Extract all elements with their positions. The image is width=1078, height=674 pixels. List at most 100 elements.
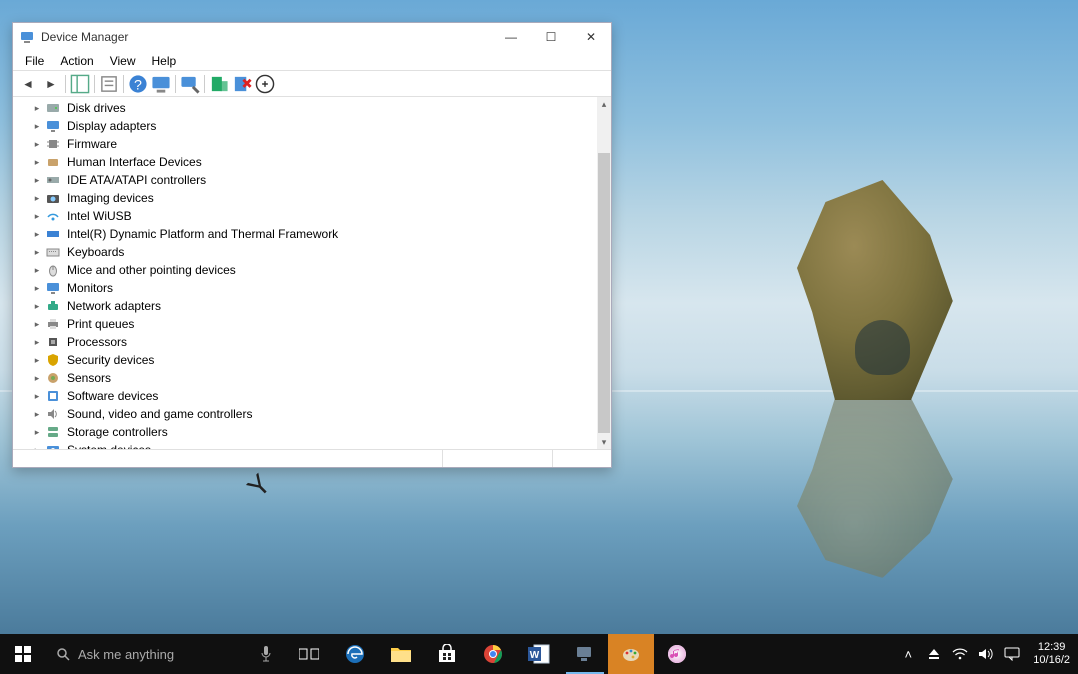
tree-node-label: System devices xyxy=(65,443,153,449)
toolbar-sep xyxy=(204,75,205,93)
tree-node-label: Mice and other pointing devices xyxy=(65,263,238,277)
tree-node-label: Monitors xyxy=(65,281,115,295)
tree-node[interactable]: ▸Sensors xyxy=(13,369,597,387)
expand-icon[interactable]: ▸ xyxy=(31,175,43,186)
hid-icon xyxy=(45,154,61,170)
tree-node[interactable]: ▸IDE ATA/ATAPI controllers xyxy=(13,171,597,189)
tree-node[interactable]: ▸Disk drives xyxy=(13,99,597,117)
expand-icon[interactable]: ▸ xyxy=(31,337,43,348)
vertical-scrollbar[interactable]: ▴ ▾ xyxy=(597,97,611,449)
expand-icon[interactable]: ▸ xyxy=(31,247,43,258)
monitor-icon xyxy=(45,280,61,296)
expand-icon[interactable]: ▸ xyxy=(31,283,43,294)
expand-icon[interactable]: ▸ xyxy=(31,229,43,240)
cortana-mic-icon[interactable] xyxy=(246,634,286,674)
tree-node[interactable]: ▸ Keyboards xyxy=(13,243,597,261)
task-view-button[interactable] xyxy=(286,634,332,674)
taskbar-file-explorer[interactable] xyxy=(378,634,424,674)
tree-node[interactable]: ▸Processors xyxy=(13,333,597,351)
start-button[interactable] xyxy=(0,634,46,674)
tree-node[interactable]: ▸Imaging devices xyxy=(13,189,597,207)
tree-node[interactable]: ▸ Monitors xyxy=(13,279,597,297)
status-cell xyxy=(443,450,553,467)
expand-icon[interactable]: ▸ xyxy=(31,409,43,420)
tree-node[interactable]: ▸ Mice and other pointing devices xyxy=(13,261,597,279)
tray-volume-icon[interactable] xyxy=(973,634,999,674)
toolbar-sep xyxy=(94,75,95,93)
menu-help[interactable]: Help xyxy=(144,52,185,70)
status-cell xyxy=(553,450,611,467)
expand-icon[interactable]: ▸ xyxy=(31,103,43,114)
tree-node-label: Keyboards xyxy=(65,245,126,259)
scroll-down-arrow[interactable]: ▾ xyxy=(597,435,611,449)
properties-button[interactable] xyxy=(98,73,120,95)
device-tree[interactable]: ▸Disk drives▸Display adapters▸Firmware▸H… xyxy=(13,97,597,449)
expand-icon[interactable]: ▸ xyxy=(31,391,43,402)
expand-icon[interactable]: ▸ xyxy=(31,427,43,438)
menu-action[interactable]: Action xyxy=(52,52,101,70)
tree-node-label: Storage controllers xyxy=(65,425,170,439)
tree-node-label: Software devices xyxy=(65,389,160,403)
expand-icon[interactable]: ▸ xyxy=(31,355,43,366)
tree-node[interactable]: ▸ Software devices xyxy=(13,387,597,405)
tree-node[interactable]: ▸Network adapters xyxy=(13,297,597,315)
device-manager-window[interactable]: Device Manager — ☐ ✕ File Action View He… xyxy=(12,22,612,468)
taskbar-itunes[interactable] xyxy=(654,634,700,674)
svg-text:?: ? xyxy=(134,77,142,93)
expand-icon[interactable]: ▸ xyxy=(31,373,43,384)
camera-icon xyxy=(45,190,61,206)
expand-icon[interactable]: ▸ xyxy=(31,211,43,222)
taskbar-chrome[interactable] xyxy=(470,634,516,674)
tree-node[interactable]: ▸Display adapters xyxy=(13,117,597,135)
expand-icon[interactable]: ▸ xyxy=(31,301,43,312)
tree-node-label: Intel WiUSB xyxy=(65,209,134,223)
tree-node[interactable]: ▸Intel(R) Dynamic Platform and Thermal F… xyxy=(13,225,597,243)
show-hide-tree-button[interactable] xyxy=(69,73,91,95)
tree-node[interactable]: ▸ Storage controllers xyxy=(13,423,597,441)
tree-node[interactable]: ▸ System devices xyxy=(13,441,597,449)
tree-node[interactable]: ▸Security devices xyxy=(13,351,597,369)
tray-chevron-up-icon[interactable]: ˄ xyxy=(895,634,921,674)
taskbar-edge[interactable] xyxy=(332,634,378,674)
scroll-up-arrow[interactable]: ▴ xyxy=(597,97,611,111)
back-button[interactable]: ◄ xyxy=(17,73,39,95)
expand-icon[interactable]: ▸ xyxy=(31,265,43,276)
close-button[interactable]: ✕ xyxy=(571,23,611,51)
expand-icon[interactable]: ▸ xyxy=(31,193,43,204)
expand-icon[interactable]: ▸ xyxy=(31,445,43,450)
tray-eject-icon[interactable] xyxy=(921,634,947,674)
tree-node[interactable]: ▸ Intel WiUSB xyxy=(13,207,597,225)
security-icon xyxy=(45,352,61,368)
menu-view[interactable]: View xyxy=(102,52,144,70)
scan-hardware-button[interactable] xyxy=(208,73,230,95)
expand-icon[interactable]: ▸ xyxy=(31,157,43,168)
titlebar[interactable]: Device Manager — ☐ ✕ xyxy=(13,23,611,51)
expand-icon[interactable]: ▸ xyxy=(31,121,43,132)
taskbar-paint[interactable] xyxy=(608,634,654,674)
expand-icon[interactable]: ▸ xyxy=(31,319,43,330)
taskbar-clock[interactable]: 12:39 10/16/2 xyxy=(1025,641,1078,667)
forward-button[interactable]: ► xyxy=(40,73,62,95)
tree-node[interactable]: ▸Human Interface Devices xyxy=(13,153,597,171)
tray-wifi-icon[interactable] xyxy=(947,634,973,674)
toolbar: ◄ ► ? xyxy=(13,71,611,97)
uninstall-button[interactable] xyxy=(231,73,253,95)
view-devices-button[interactable] xyxy=(150,73,172,95)
taskbar-word[interactable]: W xyxy=(516,634,562,674)
search-box[interactable]: Ask me anything xyxy=(46,634,246,674)
menu-file[interactable]: File xyxy=(17,52,52,70)
tray-action-center-icon[interactable] xyxy=(999,634,1025,674)
tree-node[interactable]: ▸Sound, video and game controllers xyxy=(13,405,597,423)
update-driver-button[interactable] xyxy=(179,73,201,95)
expand-icon[interactable]: ▸ xyxy=(31,139,43,150)
enable-button[interactable] xyxy=(254,73,276,95)
help-button[interactable]: ? xyxy=(127,73,149,95)
scroll-thumb[interactable] xyxy=(598,153,610,433)
tree-node[interactable]: ▸Print queues xyxy=(13,315,597,333)
maximize-button[interactable]: ☐ xyxy=(531,23,571,51)
taskbar-device-manager[interactable] xyxy=(562,634,608,674)
minimize-button[interactable]: — xyxy=(491,23,531,51)
taskbar-store[interactable] xyxy=(424,634,470,674)
desktop-rock-reflection xyxy=(778,398,968,578)
tree-node[interactable]: ▸Firmware xyxy=(13,135,597,153)
